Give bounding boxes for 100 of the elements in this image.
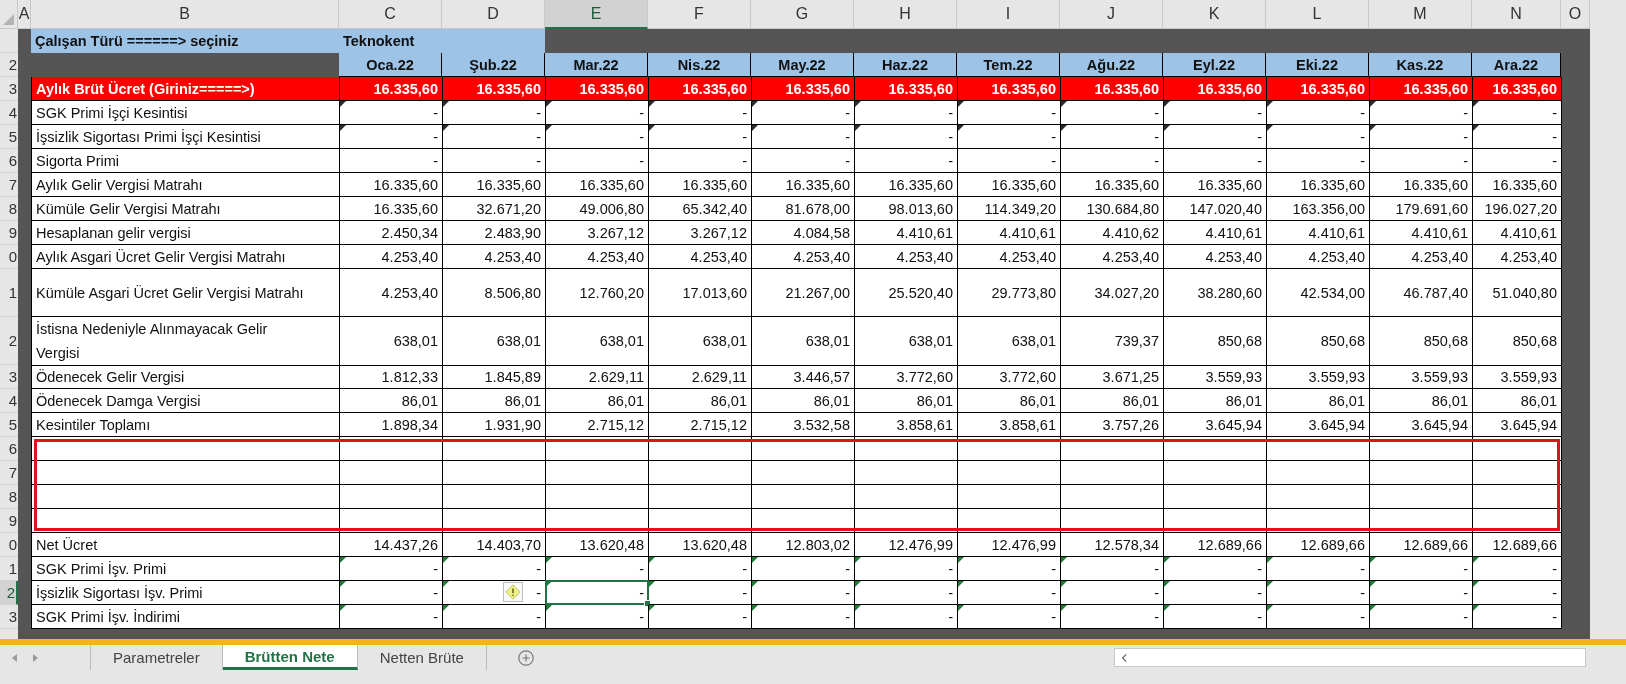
next-sheet-icon[interactable]: [30, 652, 40, 663]
table-cell: -: [1360, 128, 1365, 145]
table-cell: -: [845, 104, 850, 121]
table-cell: -: [433, 560, 438, 577]
sheet-tab[interactable]: Netten Brüte: [357, 645, 487, 670]
table-cell: 13.620,48: [579, 536, 644, 553]
table-cell: Aylık Asgari Ücret Gelir Vergisi Matrahı: [36, 248, 286, 265]
table-cell: 16.335,60: [443, 77, 546, 101]
table-cell: 86,01: [1431, 392, 1468, 409]
table-cell: -: [639, 152, 644, 169]
table-cell: 638,01: [702, 333, 747, 349]
table-cell: 163.356,00: [1292, 200, 1365, 217]
previous-sheet-icon[interactable]: [10, 652, 20, 663]
table-cell: 3.858,61: [896, 416, 953, 433]
sheet-tab[interactable]: Brütten Nete: [222, 645, 358, 670]
row-number[interactable]: 2: [0, 581, 18, 605]
table-cell: -: [1257, 608, 1262, 625]
month-header: Haz.22: [854, 53, 957, 77]
table-cell: -: [433, 584, 438, 601]
table-cell: 16.335,60: [579, 176, 644, 193]
table-cell: 16.335,60: [1473, 77, 1562, 101]
table-cell: -: [948, 104, 953, 121]
table-cell: -: [948, 128, 953, 145]
table-cell: -: [536, 152, 541, 169]
table-cell: 4.410,61: [1411, 224, 1468, 241]
table-cell: Sigorta Primi: [36, 152, 119, 169]
table-cell: 850,68: [1320, 333, 1365, 349]
table-cell: -: [1463, 128, 1468, 145]
table-cell: 14.437,26: [373, 536, 438, 553]
table-cell: 86,01: [607, 392, 644, 409]
table-cell: 16.335,60: [752, 77, 855, 101]
table-cell: 86,01: [1019, 392, 1056, 409]
table-cell-text: İstisna Nedeniyle Alınmayacak Gelir Vergisi: [36, 320, 269, 363]
table-cell: 16.335,60: [1300, 176, 1365, 193]
table-cell: 86,01: [1328, 392, 1365, 409]
table-cell: -: [1051, 128, 1056, 145]
table-cell: -: [948, 608, 953, 625]
table-cell: -: [1552, 128, 1557, 145]
table-cell: -: [1257, 152, 1262, 169]
table-cell: 86,01: [1225, 392, 1262, 409]
table-cell: -: [845, 128, 850, 145]
table-cell-text: Kümüle Asgari Ücret Gelir Vergisi Matrahı: [36, 283, 304, 303]
table-cell: 4.410,62: [1102, 224, 1159, 241]
table-cell: -: [536, 560, 541, 577]
warning-icon[interactable]: [503, 582, 523, 602]
table-cell: -: [1360, 560, 1365, 577]
table-cell: SGK Primi İşv. İndirimi: [36, 608, 180, 625]
table-cell: 2.715,12: [690, 416, 747, 433]
table-cell: 3.645,94: [1500, 416, 1557, 433]
table-cell: 16.335,60: [888, 176, 953, 193]
month-header: Ara.22: [1472, 53, 1561, 77]
table-cell: 114.349,20: [984, 200, 1056, 217]
month-header: Oca.22: [339, 53, 442, 77]
month-header: Nis.22: [648, 53, 751, 77]
table-cell: Çalışan Türü ======> seçiniz: [31, 29, 339, 53]
table-cell: -: [845, 560, 850, 577]
table-cell: 17.013,60: [682, 284, 747, 301]
table-cell: 4.253,40: [381, 248, 438, 265]
table-cell: SGK Primi İşv. Primi: [36, 560, 167, 577]
table-cell: 147.020,40: [1189, 200, 1262, 217]
table-cell: 86,01: [710, 392, 747, 409]
table-cell: Ödenecek Gelir Vergisi: [36, 368, 185, 385]
month-header: May.22: [751, 53, 854, 77]
table-cell: -: [1463, 104, 1468, 121]
horizontal-scrollbar[interactable]: [1114, 648, 1586, 667]
column-header[interactable]: E: [545, 0, 648, 29]
table-cell: 3.645,94: [1205, 416, 1262, 433]
table-cell: 86,01: [916, 392, 953, 409]
table-cell: 4.253,40: [999, 248, 1056, 265]
table-cell: -: [845, 584, 850, 601]
table-cell: 86,01: [504, 392, 541, 409]
table-cell: 850,68: [1423, 333, 1468, 349]
table-cell: 16.335,60: [958, 77, 1061, 101]
sheet-tab[interactable]: Parametreler: [91, 645, 223, 670]
table-cell: -: [639, 560, 644, 577]
table-cell: 3.559,93: [1308, 368, 1365, 385]
table-cell: -: [1552, 560, 1557, 577]
table-cell: 4.253,40: [1102, 248, 1159, 265]
table-cell: 3.267,12: [587, 224, 644, 241]
table-cell: 3.772,60: [999, 368, 1056, 385]
table-cell: -: [1257, 584, 1262, 601]
table-cell: -: [1051, 608, 1056, 625]
table-cell: -: [1463, 152, 1468, 169]
table-cell: -: [639, 128, 644, 145]
table-cell: 3.772,60: [896, 368, 953, 385]
table-cell: 12.578,34: [1094, 536, 1159, 553]
table-cell: İşsizlik Sigortası Primi İşçi Kesintisi: [36, 128, 261, 145]
table-cell: 16.335,60: [340, 77, 443, 101]
table-cell: -: [1463, 560, 1468, 577]
select-all-icon[interactable]: [3, 14, 14, 25]
table-cell: -: [742, 560, 747, 577]
table-cell: 12.689,66: [1300, 536, 1365, 553]
table-cell: -: [742, 104, 747, 121]
table-cell: 4.410,61: [1500, 224, 1557, 241]
table-cell: 3.559,93: [1411, 368, 1468, 385]
table-cell: 16.335,60: [373, 176, 438, 193]
add-sheet-icon[interactable]: [516, 648, 535, 667]
table-cell: Aylık Gelir Vergisi Matrahı: [36, 176, 203, 193]
table-cell: -: [1552, 104, 1557, 121]
table-cell: 3.757,26: [1102, 416, 1159, 433]
